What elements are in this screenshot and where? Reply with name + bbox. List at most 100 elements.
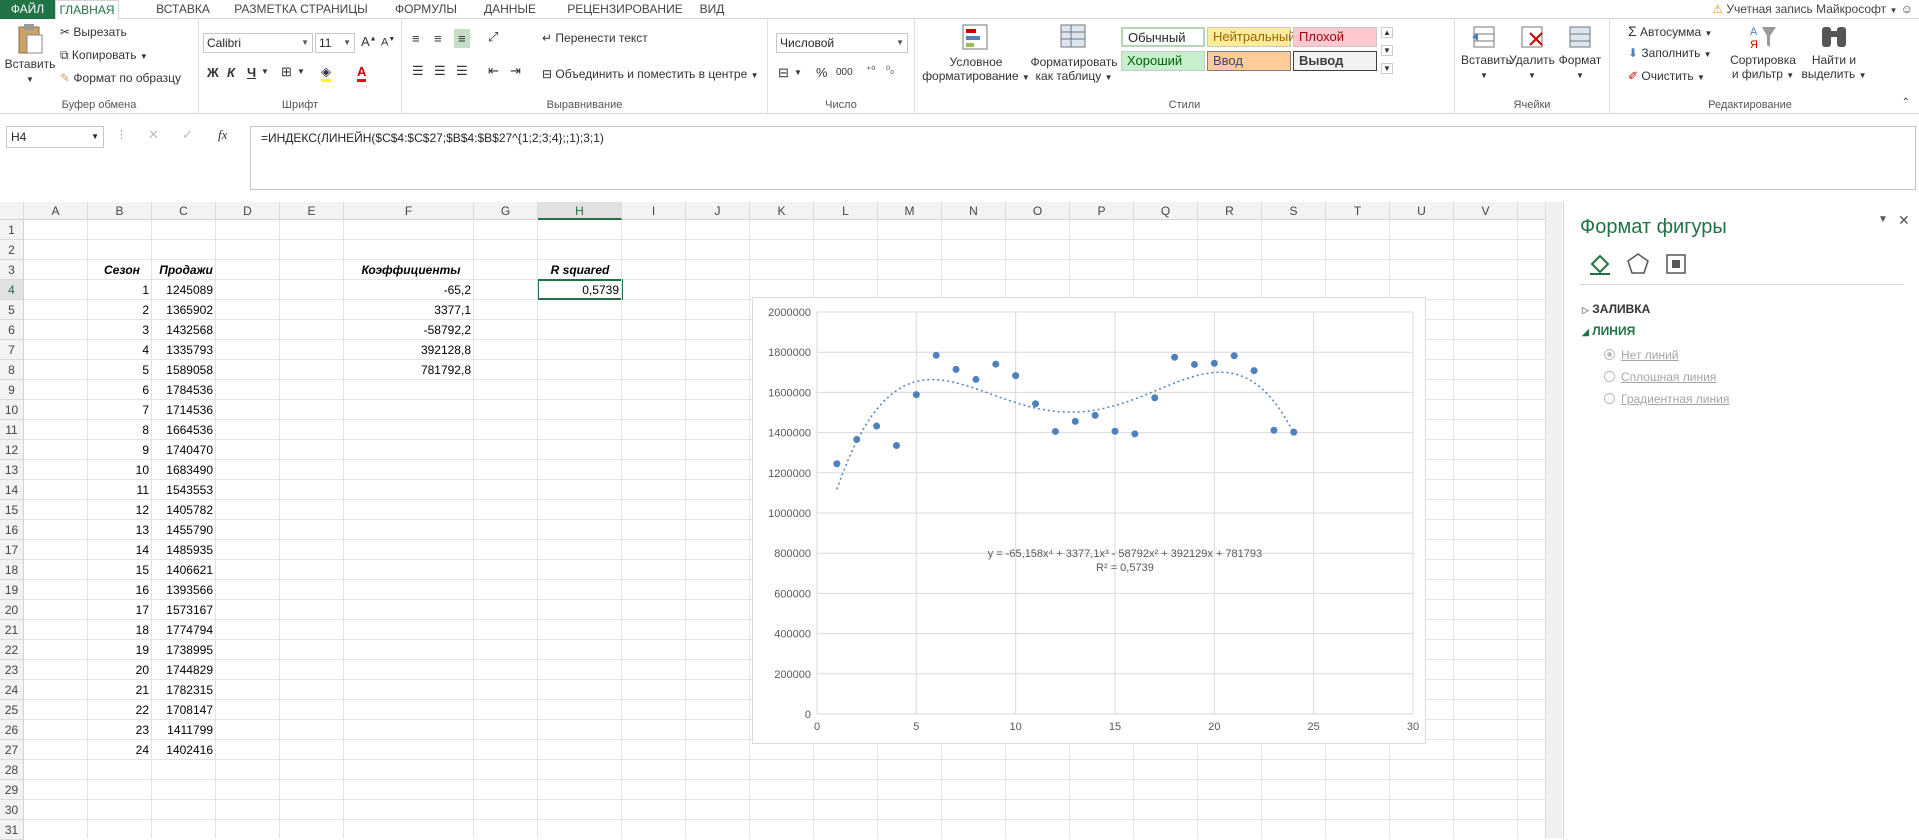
season-cell[interactable]: 8	[88, 420, 152, 440]
row-header-16[interactable]: 16	[0, 520, 24, 540]
chevron-down-icon[interactable]: ▼	[794, 68, 802, 77]
style-bad[interactable]: Плохой	[1293, 27, 1377, 47]
tab-file[interactable]: ФАЙЛ	[0, 0, 55, 19]
sales-cell[interactable]: 1405782	[152, 500, 216, 520]
sales-cell[interactable]: 1485935	[152, 540, 216, 560]
column-header-f[interactable]: F	[344, 202, 474, 220]
underline-button[interactable]: Ч	[247, 65, 256, 80]
season-cell[interactable]: 2	[88, 300, 152, 320]
fill-line-icon[interactable]	[1588, 252, 1612, 279]
row-header-18[interactable]: 18	[0, 560, 24, 580]
increase-font-button[interactable]: A▲	[361, 34, 377, 49]
column-header-i[interactable]: I	[622, 202, 686, 220]
season-cell[interactable]: 13	[88, 520, 152, 540]
row-header-27[interactable]: 27	[0, 740, 24, 760]
radio-gradient-line[interactable]: Градиентная линия	[1604, 392, 1729, 406]
row-header-10[interactable]: 10	[0, 400, 24, 420]
season-cell[interactable]: 6	[88, 380, 152, 400]
orientation-icon[interactable]: ⤢	[488, 29, 498, 45]
column-header-j[interactable]: J	[686, 202, 750, 220]
confirm-icon[interactable]: ✓	[182, 127, 193, 143]
format-as-table-button[interactable]: Форматировать как таблицу ▼	[1027, 23, 1121, 83]
column-header-k[interactable]: K	[750, 202, 814, 220]
percent-button[interactable]: %	[816, 65, 828, 80]
thousands-button[interactable]: 000	[836, 67, 853, 78]
decrease-decimal-icon[interactable]: ⁰₀	[886, 65, 894, 76]
sales-cell[interactable]: 1708147	[152, 700, 216, 720]
season-cell[interactable]: 14	[88, 540, 152, 560]
collapse-ribbon-icon[interactable]: ⌃	[1902, 97, 1910, 108]
column-header-h[interactable]: H	[538, 202, 622, 220]
season-cell[interactable]: 9	[88, 440, 152, 460]
column-header-g[interactable]: G	[474, 202, 538, 220]
sales-cell[interactable]: 1714536	[152, 400, 216, 420]
row-header-20[interactable]: 20	[0, 600, 24, 620]
fill-color-button[interactable]: ◈	[321, 64, 331, 82]
season-cell[interactable]: 10	[88, 460, 152, 480]
format-cells-button[interactable]: Формат ▼	[1557, 23, 1603, 81]
season-cell[interactable]: 23	[88, 720, 152, 740]
row-header-29[interactable]: 29	[0, 780, 24, 800]
wrap-text-button[interactable]: ↵ Перенести текст	[542, 31, 648, 45]
sales-cell[interactable]: 1774794	[152, 620, 216, 640]
autosum-button[interactable]: Σ Автосумма ▼	[1628, 23, 1712, 39]
season-cell[interactable]: 15	[88, 560, 152, 580]
coefficient-cell[interactable]: 3377,1	[344, 300, 474, 320]
row-header-11[interactable]: 11	[0, 420, 24, 440]
coefficients-header-cell[interactable]: Коэффициенты	[346, 260, 476, 280]
styles-scroll-up[interactable]: ▲	[1381, 27, 1393, 38]
column-header-n[interactable]: N	[942, 202, 1006, 220]
column-header-q[interactable]: Q	[1134, 202, 1198, 220]
account-menu[interactable]: ⚠ Учетная запись Майкрософт ▼ ☺	[1712, 2, 1913, 16]
tab-formulas[interactable]: ФОРМУЛЫ	[381, 0, 471, 19]
align-middle-icon[interactable]: ≡	[434, 31, 442, 46]
season-cell[interactable]: 1	[88, 280, 152, 300]
coefficient-cell[interactable]: 781792,8	[344, 360, 474, 380]
sales-cell[interactable]: 1782315	[152, 680, 216, 700]
sales-cell[interactable]: 1402416	[152, 740, 216, 760]
sales-cell[interactable]: 1740470	[152, 440, 216, 460]
row-header-5[interactable]: 5	[0, 300, 24, 320]
style-neutral[interactable]: Нейтральный	[1207, 27, 1295, 47]
cut-button[interactable]: ✂ Вырезать	[60, 25, 127, 39]
name-box[interactable]: H4 ▼	[6, 126, 104, 148]
season-cell[interactable]: 19	[88, 640, 152, 660]
delete-cells-button[interactable]: Удалить ▼	[1509, 23, 1555, 81]
chevron-down-icon[interactable]: ▼	[297, 67, 305, 76]
coefficient-cell[interactable]: 392128,8	[344, 340, 474, 360]
select-all-corner[interactable]	[0, 202, 24, 220]
style-output[interactable]: Вывод	[1293, 51, 1377, 71]
align-center-icon[interactable]: ☰	[434, 63, 446, 79]
tab-review[interactable]: РЕЦЕНЗИРОВАНИЕ	[556, 0, 694, 19]
conditional-format-button[interactable]: Условное форматирование ▼	[921, 23, 1031, 83]
chart[interactable]: 0 200000 400000 600000 800000 1000000 1200000 1…	[752, 297, 1426, 744]
sort-filter-button[interactable]: АЯ Сортировка и фильтр ▼	[1730, 23, 1796, 81]
sales-cell[interactable]: 1543553	[152, 480, 216, 500]
tab-page-layout[interactable]: РАЗМЕТКА СТРАНИЦЫ	[232, 0, 370, 19]
season-cell[interactable]: 7	[88, 400, 152, 420]
sales-cell[interactable]: 1335793	[152, 340, 216, 360]
format-painter-button[interactable]: ✎ Формат по образцу	[60, 71, 181, 85]
row-header-23[interactable]: 23	[0, 660, 24, 680]
align-bottom-icon[interactable]: ≡	[454, 29, 470, 48]
row-header-8[interactable]: 8	[0, 360, 24, 380]
paste-button[interactable]: Вставить ▼	[4, 23, 56, 85]
close-icon[interactable]: ✕	[1898, 212, 1910, 229]
row-header-19[interactable]: 19	[0, 580, 24, 600]
row-header-24[interactable]: 24	[0, 680, 24, 700]
cancel-icon[interactable]: ✕	[148, 127, 159, 143]
decrease-font-button[interactable]: A▼	[381, 36, 395, 49]
styles-more[interactable]: ▼	[1381, 63, 1393, 74]
row-header-13[interactable]: 13	[0, 460, 24, 480]
season-cell[interactable]: 17	[88, 600, 152, 620]
column-header-a[interactable]: A	[24, 202, 88, 220]
column-header-m[interactable]: M	[878, 202, 942, 220]
bold-button[interactable]: Ж	[207, 65, 219, 80]
sales-cell[interactable]: 1432568	[152, 320, 216, 340]
insert-function-button[interactable]: fx	[218, 127, 227, 143]
style-input[interactable]: Ввод	[1207, 51, 1291, 71]
effects-icon[interactable]	[1626, 252, 1650, 279]
sales-cell[interactable]: 1784536	[152, 380, 216, 400]
italic-button[interactable]: К	[227, 65, 235, 80]
season-cell[interactable]: 20	[88, 660, 152, 680]
